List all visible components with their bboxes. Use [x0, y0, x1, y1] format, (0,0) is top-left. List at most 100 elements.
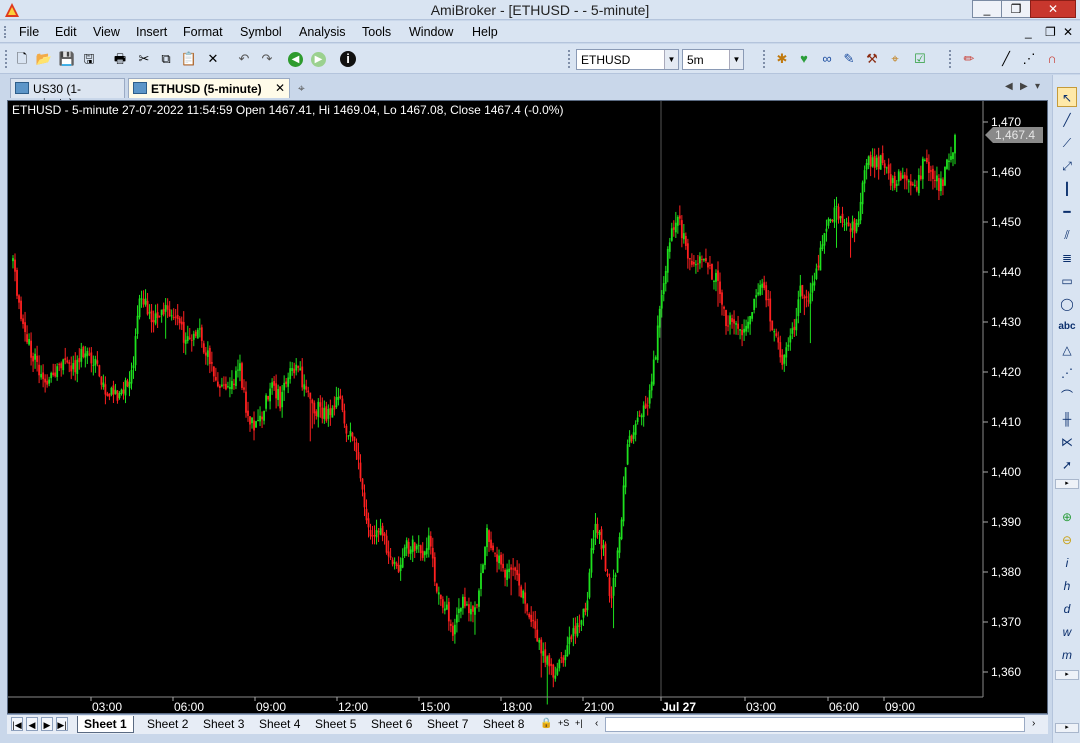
menu-edit[interactable]: Edit — [55, 25, 77, 39]
text-icon[interactable]: abc — [1057, 317, 1077, 337]
lock-icon[interactable]: 🔒 — [540, 718, 552, 729]
scroll-left-icon[interactable]: ‹ — [595, 718, 598, 729]
h-icon[interactable]: h — [1057, 576, 1077, 596]
chart-pane[interactable]: 1,470 1,460 1,450 1,440 1,430 1,420 1,410 1,400… — [7, 100, 1048, 714]
tab-list-icon[interactable]: ▾ — [1035, 81, 1040, 92]
tab-scroll-left-icon[interactable]: ◀ — [1005, 81, 1013, 92]
back-icon[interactable]: ◀ — [288, 52, 303, 67]
menu-insert[interactable]: Insert — [136, 25, 167, 39]
hammer-icon[interactable]: ⚒ — [863, 50, 881, 68]
color-pen-icon[interactable]: ✏ — [960, 50, 978, 68]
mdi-close-button[interactable]: ✕ — [1063, 25, 1073, 39]
menu-format[interactable]: Format — [183, 25, 223, 39]
tab-ethusd[interactable]: ETHUSD (5-minute) ✕ — [128, 78, 290, 98]
new-icon[interactable]: 🗋 — [13, 50, 31, 68]
sheet-tab-7[interactable]: Sheet 7 — [421, 716, 474, 733]
minimize-button[interactable]: _ — [972, 0, 1002, 18]
heart-icon[interactable]: ♥ — [795, 50, 813, 68]
menu-view[interactable]: View — [93, 25, 120, 39]
scroll-right-icon[interactable]: › — [1032, 718, 1035, 729]
info-icon[interactable]: i — [340, 51, 356, 67]
maximize-button[interactable]: ❐ — [1001, 0, 1031, 18]
i-icon[interactable]: i — [1057, 553, 1077, 573]
sheet-tab-3[interactable]: Sheet 3 — [197, 716, 250, 733]
sync-icon[interactable]: +| — [575, 718, 583, 728]
undo-icon[interactable]: ↶ — [235, 50, 253, 68]
print-icon[interactable]: 🖶 — [111, 50, 129, 68]
sheet-tab-5[interactable]: Sheet 5 — [309, 716, 362, 733]
zigzag-icon[interactable]: ⋰ — [1057, 363, 1077, 383]
d-icon[interactable]: d — [1057, 599, 1077, 619]
triangle-icon[interactable]: △ — [1057, 340, 1077, 360]
close-button[interactable]: ✕ — [1030, 0, 1076, 18]
candles-icon[interactable]: ✱ — [773, 50, 791, 68]
fibonacci-icon[interactable]: ≣ — [1057, 248, 1077, 268]
toolbar-scroll-icon[interactable]: ▸ — [1055, 479, 1079, 489]
menu-tools[interactable]: Tools — [362, 25, 391, 39]
check-icon[interactable]: ☑ — [911, 50, 929, 68]
paste-icon[interactable]: 📋 — [180, 50, 198, 68]
menu-window[interactable]: Window — [409, 25, 453, 39]
tab-us30[interactable]: US30 (1-minute) — [10, 78, 125, 110]
zoom-out-icon[interactable]: ⊖ — [1057, 530, 1077, 550]
tab-scroll-right-icon[interactable]: ▶ — [1020, 81, 1028, 92]
cut-icon[interactable]: ✂ — [135, 50, 153, 68]
draw-icon[interactable]: ✎ — [840, 50, 858, 68]
ray-icon[interactable]: ⟋ — [1057, 133, 1077, 153]
arc-icon[interactable]: ⌒ — [1057, 386, 1077, 406]
open-icon[interactable]: 📂 — [35, 50, 53, 68]
save-all-icon[interactable]: 🖫 — [80, 50, 98, 68]
new-tab-icon[interactable]: ⌖ — [298, 81, 305, 96]
last-sheet-icon[interactable]: ▶| — [56, 717, 68, 731]
rectangle-icon[interactable]: ▭ — [1057, 271, 1077, 291]
prev-sheet-icon[interactable]: ◀ — [26, 717, 38, 731]
mdi-minimize-button[interactable]: _ — [1025, 25, 1032, 39]
toolbar-scroll-icon[interactable]: ▸ — [1055, 670, 1079, 680]
price-chart[interactable]: 1,470 1,460 1,450 1,440 1,430 1,420 1,410 1,400… — [8, 101, 1047, 713]
line-icon[interactable]: ╱ — [1057, 110, 1077, 130]
arrow-icon[interactable]: ➚ — [1057, 455, 1077, 475]
horizontal-line-icon[interactable]: ━ — [1057, 202, 1077, 222]
horizontal-scrollbar[interactable] — [605, 717, 1025, 732]
w-icon[interactable]: w — [1057, 622, 1077, 642]
copy-icon[interactable]: ⧉ — [157, 50, 175, 68]
link-icon[interactable]: ∞ — [818, 50, 836, 68]
toolbar-scroll-icon[interactable]: ▸ — [1055, 723, 1079, 733]
sheet-tab-6[interactable]: Sheet 6 — [365, 716, 418, 733]
magnet-icon[interactable]: ∩ — [1043, 50, 1061, 68]
pitchfork-icon[interactable]: ⋉ — [1057, 432, 1077, 452]
save-icon[interactable]: 💾 — [58, 50, 76, 68]
m-icon[interactable]: m — [1057, 645, 1077, 665]
symbol-combobox[interactable]: ETHUSD ▼ — [576, 49, 679, 70]
menu-help[interactable]: Help — [472, 25, 498, 39]
delete-icon[interactable]: ✕ — [204, 50, 222, 68]
vertical-line-icon[interactable]: ┃ — [1057, 179, 1077, 199]
scale-icon[interactable]: +S — [558, 718, 569, 728]
sheet-tab-1[interactable]: Sheet 1 — [77, 716, 134, 733]
first-sheet-icon[interactable]: |◀ — [11, 717, 23, 731]
candle-body — [869, 154, 872, 167]
interval-combobox[interactable]: 5m ▼ — [682, 49, 744, 70]
ellipse-icon[interactable]: ◯ — [1057, 294, 1077, 314]
line-icon[interactable]: ╱ — [997, 50, 1015, 68]
menu-symbol[interactable]: Symbol — [240, 25, 282, 39]
next-sheet-icon[interactable]: ▶ — [41, 717, 53, 731]
mdi-restore-button[interactable]: ❐ — [1045, 25, 1056, 39]
dashed-line-icon[interactable]: ⋰ — [1020, 50, 1038, 68]
fib-timezones-icon[interactable]: ╫ — [1057, 409, 1077, 429]
cursor-icon[interactable]: ⌖ — [886, 50, 904, 68]
chevron-down-icon[interactable]: ▼ — [664, 50, 678, 69]
menu-file[interactable]: File — [19, 25, 39, 39]
tab-close-icon[interactable]: ✕ — [275, 81, 285, 95]
sheet-tab-4[interactable]: Sheet 4 — [253, 716, 306, 733]
parallel-lines-icon[interactable]: ⫽ — [1057, 225, 1077, 245]
sheet-tab-2[interactable]: Sheet 2 — [141, 716, 194, 733]
sheet-tab-8[interactable]: Sheet 8 — [477, 716, 530, 733]
zoom-in-icon[interactable]: ⊕ — [1057, 507, 1077, 527]
pointer-icon[interactable]: ↖ — [1057, 87, 1077, 107]
chevron-down-icon[interactable]: ▼ — [729, 50, 743, 69]
menu-analysis[interactable]: Analysis — [299, 25, 346, 39]
forward-icon[interactable]: ▶ — [311, 52, 326, 67]
segment-icon[interactable]: ⤢ — [1057, 156, 1077, 176]
redo-icon[interactable]: ↷ — [258, 50, 276, 68]
